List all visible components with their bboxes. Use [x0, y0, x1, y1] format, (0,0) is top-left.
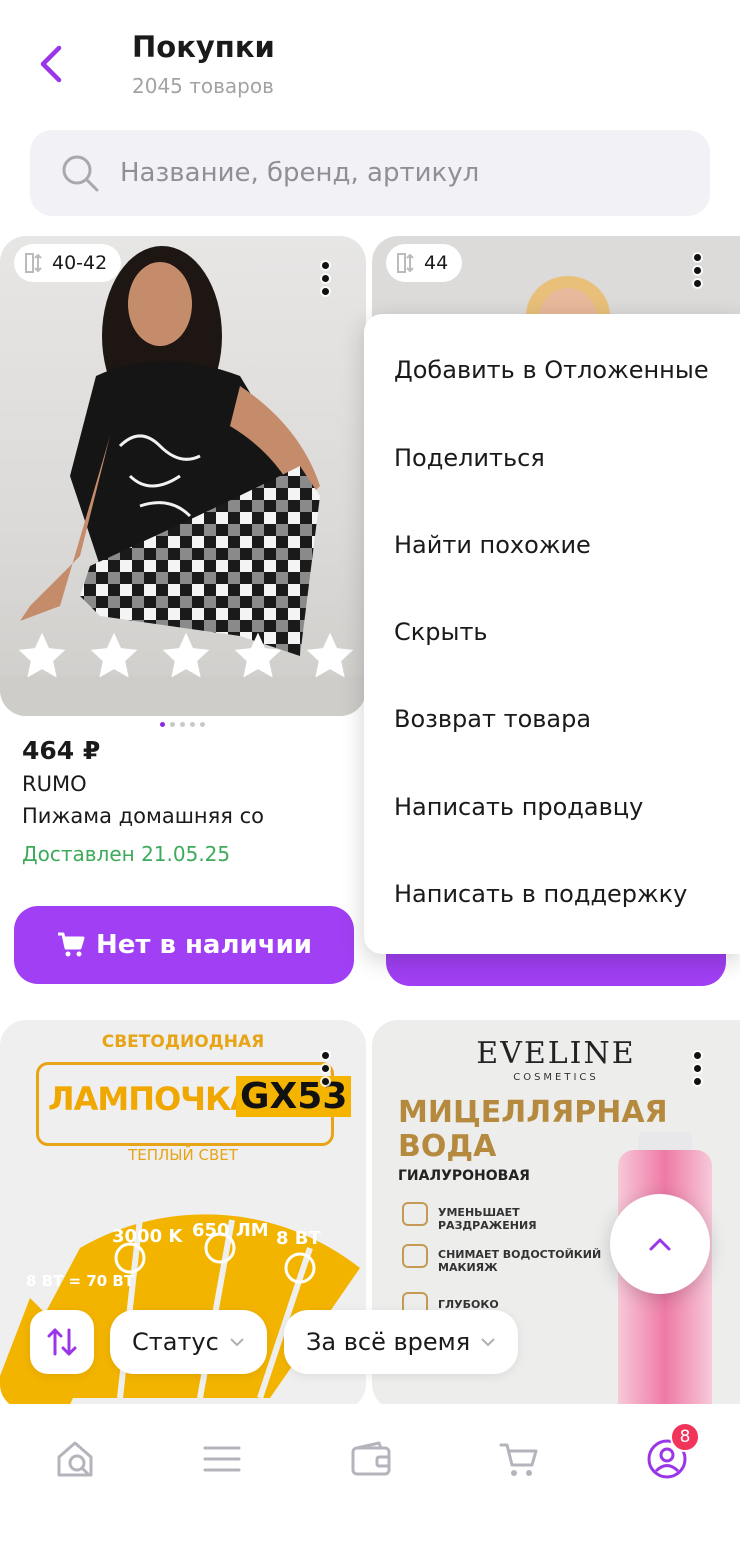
spec-label: 8 ВТ = 70 ВТ [26, 1272, 135, 1290]
menu-item-share[interactable]: Поделиться [394, 444, 545, 472]
page-title: Покупки [132, 30, 275, 64]
add-to-cart-button[interactable]: Нет в наличии [14, 906, 354, 984]
product-image-text: ГИАЛУРОНОВАЯ [398, 1168, 530, 1184]
more-options-icon[interactable] [682, 1046, 712, 1090]
feature-icon [402, 1202, 428, 1226]
star-icon [90, 632, 138, 678]
size-value: 44 [424, 252, 449, 274]
menu-item-hide[interactable]: Скрыть [394, 618, 488, 646]
menu-icon [203, 1446, 241, 1472]
product-image[interactable]: 40-42 [0, 236, 366, 716]
star-icon [18, 632, 66, 678]
tab-wallet[interactable] [346, 1434, 396, 1484]
bottom-tab-bar [0, 1404, 740, 1562]
feature-icon [402, 1244, 428, 1268]
back-button[interactable] [28, 36, 72, 92]
product-name[interactable]: Пижама домашняя со [22, 804, 264, 828]
feature-text: СНИМАЕТ ВОДОСТОЙКИЙ МАКИЯЖ [438, 1248, 602, 1274]
feature-text: УМЕНЬШАЕТ РАЗДРАЖЕНИЯ [438, 1206, 537, 1232]
more-options-icon[interactable] [682, 248, 712, 292]
sort-icon [47, 1328, 77, 1356]
star-icon [306, 632, 354, 678]
profile-notification-badge: 8 [670, 1422, 700, 1452]
chevron-up-icon [649, 1238, 671, 1251]
search-placeholder: Название, бренд, артикул [120, 158, 480, 188]
status-filter-label: Статус [132, 1328, 219, 1356]
size-badge: 44 [386, 244, 463, 282]
scroll-to-top-button[interactable] [610, 1194, 710, 1294]
sort-button[interactable] [30, 1310, 94, 1374]
button-label: Нет в наличии [95, 930, 313, 960]
menu-item-add-to-deferred[interactable]: Добавить в Отложенные [394, 356, 709, 384]
size-badge: 40-42 [14, 244, 122, 282]
image-carousel-dots [160, 722, 205, 727]
spec-label: 650 ЛМ [192, 1220, 269, 1241]
size-icon [25, 253, 42, 273]
more-options-icon[interactable] [310, 1046, 340, 1090]
chevron-down-icon [230, 1338, 244, 1347]
spec-label: 3000 K [112, 1226, 183, 1247]
menu-item-return[interactable]: Возврат товара [394, 705, 591, 733]
tab-home[interactable] [50, 1434, 100, 1484]
spec-label: 8 ВТ [276, 1228, 321, 1249]
cart-icon [499, 1443, 538, 1476]
size-value: 40-42 [52, 252, 108, 274]
product-image-title: МИЦЕЛЛЯРНАЯ [398, 1095, 668, 1130]
menu-item-message-support[interactable]: Написать в поддержку [394, 880, 687, 908]
size-icon [397, 253, 414, 273]
wallet-icon [351, 1441, 391, 1476]
star-icon [162, 632, 210, 678]
rating-stars [14, 628, 358, 684]
star-icon [234, 632, 282, 678]
menu-item-message-seller[interactable]: Написать продавцу [394, 793, 643, 821]
product-price: 464 ₽ [22, 736, 101, 765]
period-filter-label: За всё время [306, 1328, 471, 1356]
product-brand: RUMO [22, 772, 87, 796]
search-input[interactable]: Название, бренд, артикул [30, 130, 710, 216]
cart-icon [57, 932, 85, 957]
status-filter[interactable]: Статус [110, 1310, 267, 1374]
menu-item-find-similar[interactable]: Найти похожие [394, 531, 591, 559]
product-image-text: ЛАМПОЧКА [48, 1080, 255, 1118]
home-search-icon [57, 1441, 93, 1477]
more-options-icon[interactable] [310, 256, 340, 300]
period-filter[interactable]: За всё время [284, 1310, 519, 1374]
chevron-down-icon [481, 1338, 495, 1347]
tab-cart[interactable] [494, 1434, 544, 1484]
chevron-left-icon [40, 45, 62, 83]
items-count: 2045 товаров [132, 74, 274, 98]
header: Покупки 2045 товаров [0, 0, 740, 120]
search-icon [62, 155, 99, 192]
delivery-status: Доставлен 21.05.25 [22, 842, 231, 866]
context-menu: Добавить в Отложенные Поделиться Найти п… [364, 314, 740, 954]
tab-catalog[interactable] [197, 1434, 247, 1484]
